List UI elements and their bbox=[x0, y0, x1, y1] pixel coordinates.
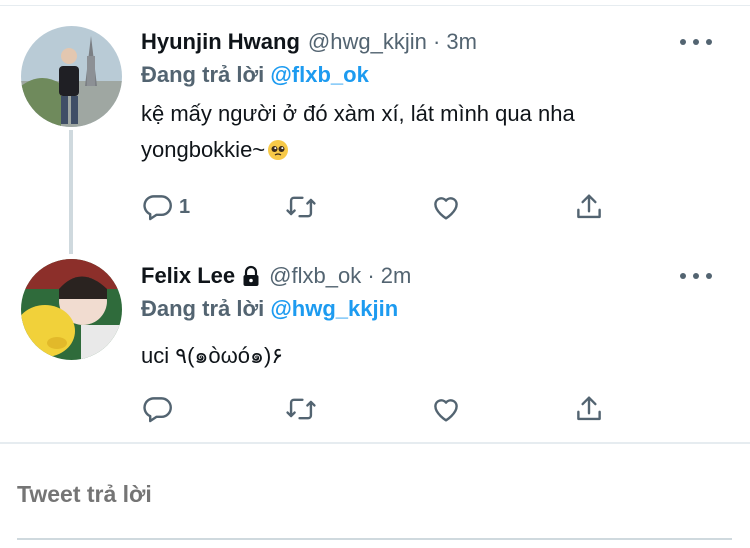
timestamp: 3m bbox=[446, 29, 477, 54]
author-handle[interactable]: @flxb_ok · 2m bbox=[269, 263, 411, 289]
compose-underline bbox=[17, 538, 732, 540]
timestamp: 2m bbox=[380, 263, 412, 288]
share-button[interactable] bbox=[572, 392, 606, 426]
pleading-face-emoji bbox=[268, 140, 289, 160]
retweet-button[interactable] bbox=[284, 392, 318, 426]
more-icon[interactable] bbox=[680, 266, 712, 286]
reply-button[interactable]: 1 bbox=[141, 190, 190, 224]
more-icon[interactable] bbox=[680, 32, 712, 52]
retweet-icon bbox=[286, 398, 316, 420]
avatar[interactable] bbox=[21, 26, 122, 127]
reply-compose-input[interactable] bbox=[17, 476, 732, 512]
compose-divider bbox=[0, 442, 750, 444]
tweet-actions bbox=[141, 392, 611, 426]
author-name[interactable]: Felix Lee bbox=[141, 263, 235, 289]
tweet-text: uci ٩(๑òωó๑)۶ bbox=[141, 343, 284, 368]
reply-button[interactable] bbox=[141, 392, 179, 426]
reply-icon bbox=[143, 397, 172, 423]
like-button[interactable] bbox=[429, 392, 463, 426]
tweet-header: Hyunjin Hwang @hwg_kkjin · 3m bbox=[141, 27, 477, 57]
like-icon bbox=[434, 399, 458, 422]
share-icon bbox=[577, 194, 601, 219]
mention-link[interactable]: @hwg_kkjin bbox=[270, 296, 398, 321]
reply-count: 1 bbox=[179, 195, 191, 218]
avatar[interactable] bbox=[21, 259, 122, 360]
like-icon bbox=[434, 197, 458, 220]
tweet-actions: 1 bbox=[141, 190, 611, 224]
tweet-header: Felix Lee @flxb_ok · 2m bbox=[141, 261, 411, 291]
reply-icon bbox=[143, 195, 172, 221]
thread-connector bbox=[69, 130, 73, 254]
tweet-item[interactable]: Felix Lee @flxb_ok · 2m Đang trả lời @hw… bbox=[0, 240, 750, 442]
replying-to: Đang trả lời @flxb_ok bbox=[141, 62, 369, 87]
author-handle[interactable]: @hwg_kkjin · 3m bbox=[308, 29, 477, 55]
retweet-icon bbox=[286, 196, 316, 218]
lock-icon bbox=[243, 265, 259, 286]
retweet-button[interactable] bbox=[284, 190, 318, 224]
share-icon bbox=[577, 396, 601, 421]
like-button[interactable] bbox=[429, 190, 463, 224]
mention-link[interactable]: @flxb_ok bbox=[270, 62, 368, 87]
tweet-text: kệ mấy người ở đó xàm xí, lát mình qua n… bbox=[141, 101, 575, 162]
author-name[interactable]: Hyunjin Hwang bbox=[141, 29, 300, 55]
share-button[interactable] bbox=[572, 190, 606, 224]
tweet-item[interactable]: Hyunjin Hwang @hwg_kkjin · 3m Đang trả l… bbox=[0, 0, 750, 254]
replying-to: Đang trả lời @hwg_kkjin bbox=[141, 296, 399, 321]
